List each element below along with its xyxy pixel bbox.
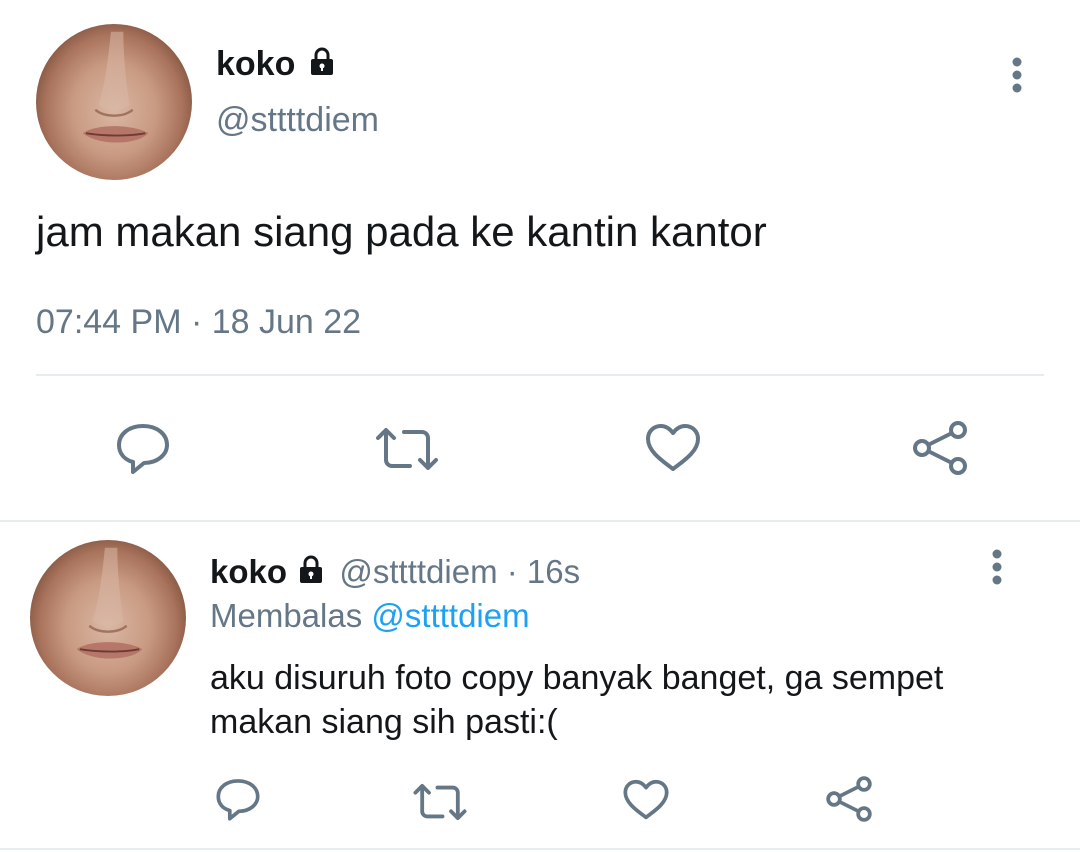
reply-display-name[interactable]: koko	[210, 553, 287, 590]
display-name-text: koko	[216, 45, 296, 83]
lock-icon	[309, 46, 335, 86]
share-icon[interactable]	[824, 774, 874, 824]
retweet-icon[interactable]	[412, 782, 468, 822]
main-divider	[36, 374, 1044, 376]
like-icon[interactable]	[644, 422, 702, 474]
retweet-icon[interactable]	[374, 426, 440, 472]
reply-text-line-2: makan siang sih pasti:(	[210, 703, 558, 741]
lock-icon	[298, 554, 324, 594]
main-tweet-text: jam makan siang pada ke kantin kantor	[36, 208, 767, 255]
main-timestamp[interactable]: 07:44 PM · 18 Jun 22	[36, 302, 361, 342]
reply-icon[interactable]	[214, 776, 262, 822]
main-handle[interactable]: @sttttdiem	[216, 100, 379, 140]
share-icon[interactable]	[910, 418, 970, 478]
avatar-face	[76, 547, 143, 659]
reply-separator: ·	[506, 553, 518, 590]
reply-tweet-text: aku disuruh foto copy banyak banget, ga …	[210, 656, 943, 744]
bottom-divider	[0, 848, 1080, 850]
replying-to-handle[interactable]: @sttttdiem	[371, 597, 529, 634]
like-icon[interactable]	[622, 778, 670, 822]
reply-handle[interactable]: @sttttdiem	[339, 553, 497, 590]
main-tweet-avatar[interactable]	[36, 24, 192, 180]
section-divider	[0, 520, 1080, 522]
reply-tweet-avatar[interactable]	[30, 540, 186, 696]
replying-prefix: Membalas	[210, 597, 363, 634]
main-more-options-icon[interactable]	[1004, 54, 1030, 98]
reply-icon[interactable]	[114, 420, 172, 476]
avatar-face	[82, 31, 149, 143]
replying-to-line: Membalas @sttttdiem	[210, 596, 530, 636]
reply-more-options-icon[interactable]	[984, 546, 1010, 590]
reply-text-line-1: aku disuruh foto copy banyak banget, ga …	[210, 659, 944, 697]
reply-header: koko @sttttdiem · 16s	[210, 552, 580, 594]
main-display-name[interactable]: koko	[216, 44, 335, 86]
reply-age: 16s	[526, 553, 581, 590]
